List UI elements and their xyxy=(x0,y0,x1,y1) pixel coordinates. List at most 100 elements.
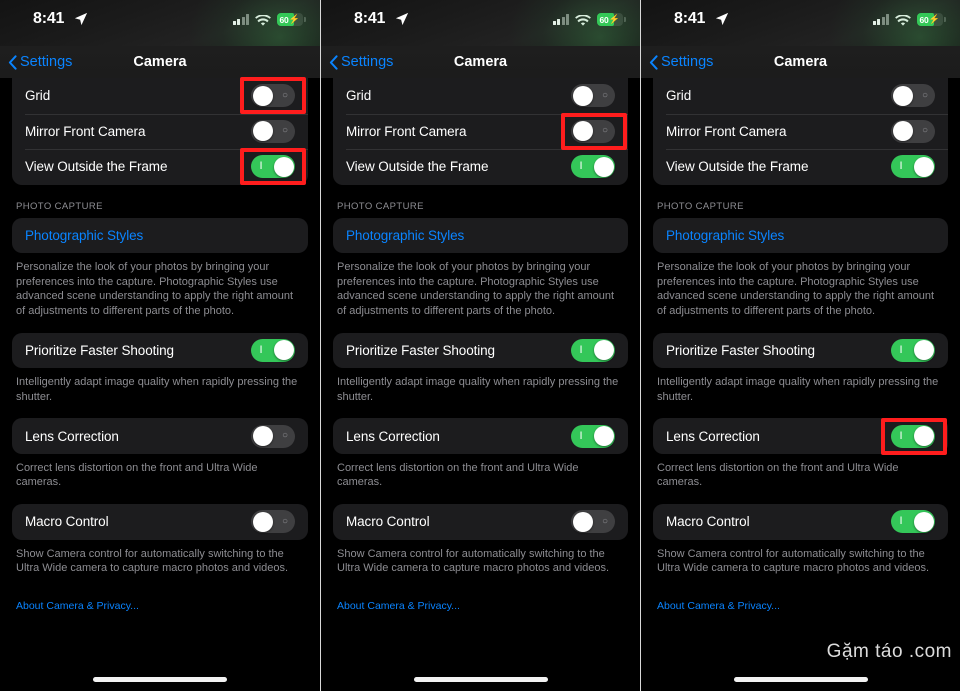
row-label-grid: Grid xyxy=(666,88,692,104)
toggle-mark: ○ xyxy=(921,89,929,101)
row-macro-control[interactable]: Macro Control I xyxy=(653,504,948,540)
row-photographic-styles[interactable]: Photographic Styles xyxy=(12,218,308,254)
toggle-grid[interactable]: ○ xyxy=(891,84,935,108)
about-camera-privacy-link[interactable]: About Camera & Privacy... xyxy=(12,600,308,612)
iphone-screen-panel-1: 8:41 60 ⚡ Settings Camera Grid ○ Mirror … xyxy=(0,0,320,691)
iphone-screen-panel-3: 8:41 60 ⚡ Settings Camera Grid ○ Mirror … xyxy=(640,0,960,691)
toggle-knob xyxy=(913,340,934,361)
back-button-settings[interactable]: Settings xyxy=(329,54,393,70)
battery-level-label: 60 xyxy=(919,14,929,25)
toggle-mark: I xyxy=(579,343,583,356)
status-bar: 8:41 60 ⚡ xyxy=(0,0,320,70)
toggle-mark: I xyxy=(899,429,903,442)
row-macro-control[interactable]: Macro Control ○ xyxy=(333,504,628,540)
toggle-mirror-front-camera[interactable]: ○ xyxy=(891,119,935,143)
group-photographic-styles: Photographic Styles xyxy=(653,217,948,254)
toggle-mark: I xyxy=(579,429,583,442)
group-macro-control: Macro Control ○ xyxy=(333,504,628,540)
toggle-prioritize-faster-shooting[interactable]: I xyxy=(251,338,295,362)
about-camera-privacy-link[interactable]: About Camera & Privacy... xyxy=(333,600,628,612)
battery-level-label: 60 xyxy=(599,14,609,25)
navigation-bar: Settings Camera xyxy=(0,46,320,78)
toggle-prioritize-faster-shooting[interactable]: I xyxy=(891,338,935,362)
home-indicator[interactable] xyxy=(733,677,868,682)
group-prioritize-faster-shooting: Prioritize Faster Shooting I xyxy=(12,332,308,369)
cellular-bars-icon xyxy=(552,14,569,25)
toggle-grid[interactable]: ○ xyxy=(251,84,295,108)
row-label-grid: Grid xyxy=(25,88,51,104)
back-button-settings[interactable]: Settings xyxy=(649,54,713,70)
row-label-view-outside-the-frame: View Outside the Frame xyxy=(666,159,809,175)
row-label-macro-control: Macro Control xyxy=(25,514,109,530)
row-prioritize-faster-shooting[interactable]: Prioritize Faster Shooting I xyxy=(333,333,628,369)
status-bar-indicators: 60 ⚡ xyxy=(232,13,306,26)
toggle-knob xyxy=(593,340,614,361)
toggle-macro-control[interactable]: ○ xyxy=(251,510,295,534)
toggle-lens-correction[interactable]: ○ xyxy=(251,424,295,448)
row-macro-control[interactable]: Macro Control ○ xyxy=(12,504,308,540)
battery-indicator: 60 ⚡ xyxy=(597,13,626,26)
battery-level-label: 60 xyxy=(279,14,289,25)
section-header-photo-capture: PHOTO CAPTURE xyxy=(657,200,744,212)
toggle-grid[interactable]: ○ xyxy=(571,84,615,108)
toggle-mirror-front-camera[interactable]: ○ xyxy=(251,119,295,143)
toggle-lens-correction[interactable]: I xyxy=(571,424,615,448)
toggle-knob xyxy=(572,85,593,106)
site-watermark: Gặm táo .com xyxy=(826,641,952,662)
navigation-bar: Settings Camera xyxy=(321,46,640,78)
home-indicator[interactable] xyxy=(93,677,227,682)
group-macro-control: Macro Control ○ xyxy=(12,504,308,540)
row-view-outside-the-frame[interactable]: View Outside the Frame I xyxy=(12,149,308,185)
row-lens-correction[interactable]: Lens Correction I xyxy=(333,418,628,454)
home-indicator[interactable] xyxy=(413,677,548,682)
row-grid[interactable]: Grid ○ xyxy=(333,78,628,114)
row-label-prioritize-faster-shooting: Prioritize Faster Shooting xyxy=(666,342,815,358)
toggle-knob xyxy=(593,426,614,446)
row-prioritize-faster-shooting[interactable]: Prioritize Faster Shooting I xyxy=(653,333,948,369)
status-bar-time: 8:41 xyxy=(354,10,386,27)
description-lens-correction: Correct lens distortion on the front and… xyxy=(16,461,258,489)
group-lens-correction: Lens Correction I xyxy=(333,418,628,454)
toggle-lens-correction[interactable]: I xyxy=(891,424,935,448)
toggle-macro-control[interactable]: ○ xyxy=(571,510,615,534)
row-mirror-front-camera[interactable]: Mirror Front Camera ○ xyxy=(653,113,948,150)
back-button-settings[interactable]: Settings xyxy=(8,54,72,70)
row-mirror-front-camera[interactable]: Mirror Front Camera ○ xyxy=(12,113,308,150)
toggle-mirror-front-camera[interactable]: ○ xyxy=(571,119,615,143)
description-prioritize-faster-shooting: Intelligently adapt image quality when r… xyxy=(337,376,619,403)
toggle-view-outside-the-frame[interactable]: I xyxy=(571,155,615,179)
row-lens-correction[interactable]: Lens Correction ○ xyxy=(12,418,308,454)
back-button-label: Settings xyxy=(20,54,73,70)
toggle-knob xyxy=(892,85,913,106)
description-prioritize-faster-shooting: Intelligently adapt image quality when r… xyxy=(16,376,298,403)
group-lens-correction: Lens Correction I xyxy=(653,418,948,454)
toggle-view-outside-the-frame[interactable]: I xyxy=(251,155,295,179)
toggle-knob xyxy=(252,426,273,446)
toggle-knob xyxy=(252,85,273,106)
description-photographic-styles: Personalize the look of your photos by b… xyxy=(337,261,615,317)
row-mirror-front-camera[interactable]: Mirror Front Camera ○ xyxy=(333,113,628,150)
row-label-view-outside-the-frame: View Outside the Frame xyxy=(346,159,489,175)
toggle-knob xyxy=(252,511,273,532)
bolt-icon: ⚡ xyxy=(608,14,620,24)
wifi-icon xyxy=(255,13,271,26)
row-grid[interactable]: Grid ○ xyxy=(653,78,948,114)
location-arrow-icon xyxy=(395,12,409,26)
description-macro-control: Show Camera control for automatically sw… xyxy=(16,547,289,575)
row-view-outside-the-frame[interactable]: View Outside the Frame I xyxy=(333,149,628,185)
row-lens-correction[interactable]: Lens Correction I xyxy=(653,418,948,454)
toggle-prioritize-faster-shooting[interactable]: I xyxy=(571,338,615,362)
toggle-macro-control[interactable]: I xyxy=(891,510,935,534)
toggle-view-outside-the-frame[interactable]: I xyxy=(891,155,935,179)
wifi-icon xyxy=(895,13,911,26)
row-prioritize-faster-shooting[interactable]: Prioritize Faster Shooting I xyxy=(12,333,308,369)
group-macro-control: Macro Control I xyxy=(653,504,948,540)
row-view-outside-the-frame[interactable]: View Outside the Frame I xyxy=(653,149,948,185)
row-grid[interactable]: Grid ○ xyxy=(12,78,308,114)
navigation-bar: Settings Camera xyxy=(641,46,960,78)
toggle-mark: ○ xyxy=(921,125,929,137)
row-photographic-styles[interactable]: Photographic Styles xyxy=(653,218,948,254)
about-camera-privacy-link[interactable]: About Camera & Privacy... xyxy=(653,600,948,612)
row-label-lens-correction: Lens Correction xyxy=(666,428,760,444)
row-photographic-styles[interactable]: Photographic Styles xyxy=(333,218,628,254)
